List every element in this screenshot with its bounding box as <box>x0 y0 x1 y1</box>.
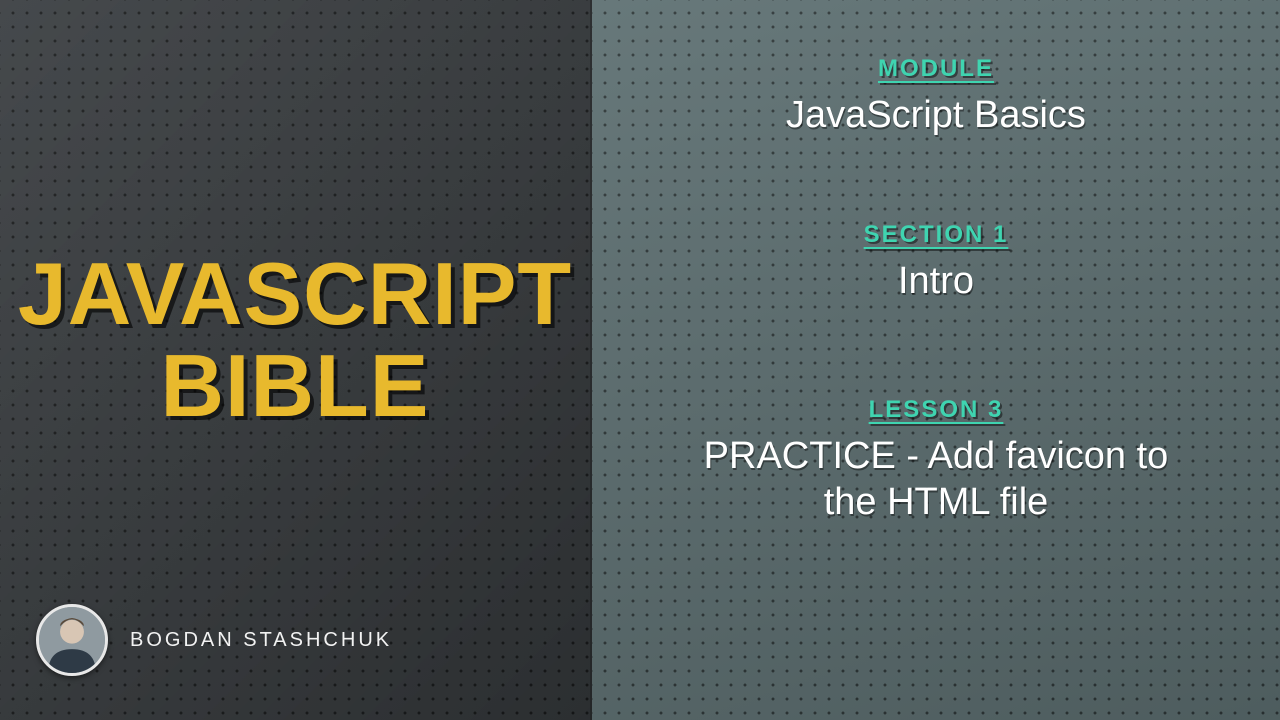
lesson-label: LESSON 3 <box>676 396 1196 424</box>
author-name: BOGDAN STASHCHUK <box>130 629 392 652</box>
author-row: BOGDAN STASHCHUK <box>36 604 392 676</box>
right-panel: MODULE JavaScript Basics SECTION 1 Intro… <box>592 0 1280 720</box>
avatar <box>36 604 108 676</box>
slide: JAVASCRIPT BIBLE BOGDAN STASHCHUK MODULE… <box>0 0 1280 720</box>
module-label: MODULE <box>786 55 1086 83</box>
section-label: SECTION 1 <box>864 221 1009 249</box>
section-block: SECTION 1 Intro <box>864 221 1009 305</box>
title-line-2: BIBLE <box>161 336 430 435</box>
module-value: JavaScript Basics <box>786 93 1086 139</box>
section-value: Intro <box>864 259 1009 305</box>
lesson-block: LESSON 3 PRACTICE - Add favicon to the H… <box>676 396 1196 525</box>
lesson-value: PRACTICE - Add favicon to the HTML file <box>676 434 1196 525</box>
person-icon <box>39 607 105 673</box>
title-line-1: JAVASCRIPT <box>18 244 572 343</box>
module-block: MODULE JavaScript Basics <box>786 55 1086 139</box>
left-panel: JAVASCRIPT BIBLE BOGDAN STASHCHUK <box>0 0 592 720</box>
course-title: JAVASCRIPT BIBLE <box>18 248 572 433</box>
